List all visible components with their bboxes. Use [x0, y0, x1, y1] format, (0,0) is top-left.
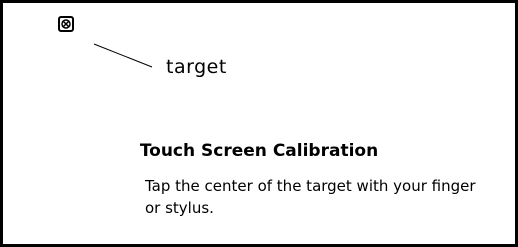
target-label: target	[166, 56, 227, 78]
target-crosshair-icon[interactable]	[58, 16, 74, 32]
calibration-instructions: Tap the center of the target with your f…	[145, 177, 476, 217]
page-title: Touch Screen Calibration	[139, 141, 379, 161]
